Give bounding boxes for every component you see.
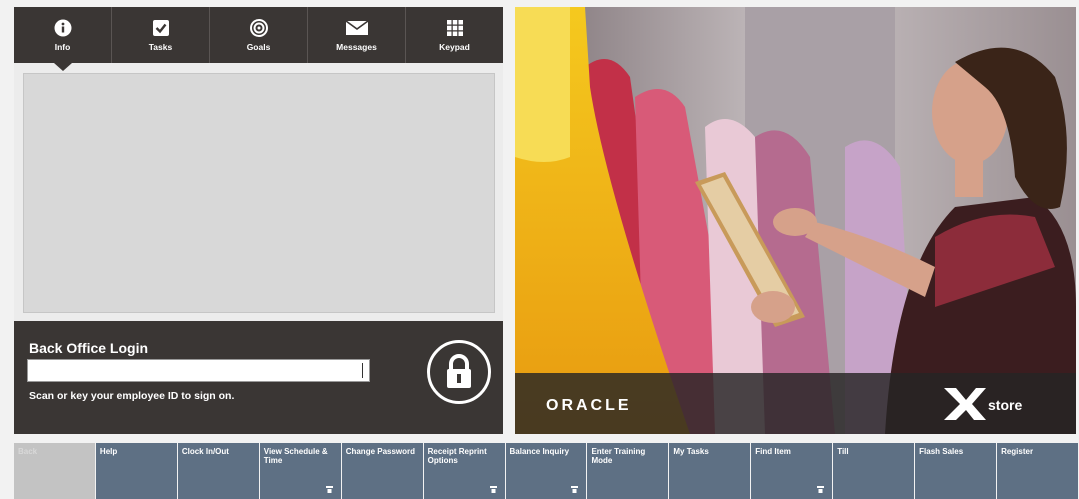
function-button-view-schedule-time[interactable]: View Schedule & Time xyxy=(259,443,341,499)
tab-info-label: Info xyxy=(54,41,71,52)
envelope-icon xyxy=(345,19,368,35)
oracle-logo: ORACLE xyxy=(546,397,632,414)
checkbox-icon xyxy=(152,19,169,36)
filter-icon xyxy=(571,486,579,493)
tab-goals[interactable]: Goals xyxy=(210,7,308,63)
employee-id-input[interactable] xyxy=(27,359,370,382)
function-button-label: Back xyxy=(18,447,38,456)
tab-keypad-label: Keypad xyxy=(439,41,470,52)
tab-bar: Info Tasks Goals Messages Keypad xyxy=(14,7,503,71)
login-hint: Scan or key your employee ID to sign on. xyxy=(29,390,235,402)
function-button-till[interactable]: Till xyxy=(833,443,915,499)
filter-icon xyxy=(489,486,497,493)
filter-icon xyxy=(817,486,825,493)
boutique-photo xyxy=(515,7,1076,434)
function-button-register[interactable]: Register xyxy=(997,443,1078,499)
function-button-label: Change Password xyxy=(345,447,416,456)
function-button-back: Back xyxy=(14,443,95,499)
function-button-label: Balance Inquiry xyxy=(509,447,570,456)
function-button-clock-in-out[interactable]: Clock In/Out xyxy=(177,443,259,499)
function-button-label: My Tasks xyxy=(673,447,709,456)
function-button-label: Receipt Reprint Options xyxy=(427,447,487,465)
function-button-my-tasks[interactable]: My Tasks xyxy=(669,443,751,499)
tab-messages[interactable]: Messages xyxy=(308,7,406,63)
filter-icon xyxy=(325,486,333,493)
xstore-x-logo xyxy=(944,388,986,420)
function-button-label: Help xyxy=(99,447,118,456)
tab-tasks-label: Tasks xyxy=(148,41,173,52)
target-icon xyxy=(249,18,268,37)
login-title: Back Office Login xyxy=(29,340,149,356)
back-office-login-panel: Back Office Login Scan or key your emplo… xyxy=(14,321,503,434)
function-button-find-item[interactable]: Find Item xyxy=(751,443,833,499)
function-button-flash-sales[interactable]: Flash Sales xyxy=(915,443,997,499)
function-button-balance-inquiry[interactable]: Balance Inquiry xyxy=(505,443,587,499)
function-button-label: Enter Training Mode xyxy=(591,447,646,465)
input-caret xyxy=(362,363,363,378)
xstore-word: store xyxy=(988,397,1023,413)
function-button-receipt-reprint-options[interactable]: Receipt Reprint Options xyxy=(423,443,505,499)
info-content-area xyxy=(23,73,495,313)
tab-tasks[interactable]: Tasks xyxy=(112,7,210,63)
tab-goals-label: Goals xyxy=(246,41,271,52)
lock-icon xyxy=(427,340,491,404)
info-icon xyxy=(54,19,71,36)
function-button-label: View Schedule & Time xyxy=(263,447,328,465)
left-panel: Info Tasks Goals Messages Keypad Back Of… xyxy=(14,7,503,434)
tab-info[interactable]: Info xyxy=(14,7,112,71)
tab-messages-label: Messages xyxy=(336,41,377,52)
function-button-label: Find Item xyxy=(755,447,791,456)
function-button-help[interactable]: Help xyxy=(95,443,177,499)
brand-bar: ORACLE store xyxy=(515,373,1076,434)
function-button-label: Register xyxy=(1001,447,1034,456)
tab-keypad[interactable]: Keypad xyxy=(406,7,503,63)
function-button-label: Clock In/Out xyxy=(181,447,229,456)
hero-image: ORACLE store xyxy=(515,7,1076,434)
function-button-label: Till xyxy=(837,447,849,456)
function-button-bar: Back Help Clock In/Out View Schedule & Time… xyxy=(14,443,1079,499)
keypad-icon xyxy=(446,19,463,36)
function-button-change-password[interactable]: Change Password xyxy=(341,443,423,499)
function-button-label: Flash Sales xyxy=(919,447,964,456)
function-button-enter-training-mode[interactable]: Enter Training Mode xyxy=(587,443,669,499)
